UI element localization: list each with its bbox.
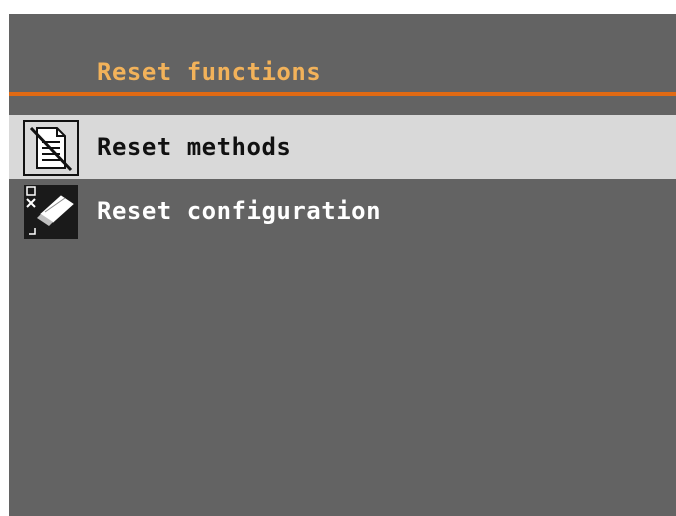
menu-item-label: Reset configuration: [97, 197, 382, 225]
eraser-icon: [23, 184, 79, 240]
page-title: Reset functions: [97, 58, 322, 86]
header: Reset functions: [9, 14, 676, 96]
menu-item-label: Reset methods: [97, 133, 292, 161]
document-strike-icon: [23, 120, 79, 176]
header-divider: [9, 92, 676, 96]
screen: Reset functions Reset methods Reset conf…: [9, 14, 676, 516]
menu-item-reset-configuration[interactable]: Reset configuration: [9, 179, 676, 243]
menu-list: Reset methods Reset configuration: [9, 115, 676, 243]
menu-item-reset-methods[interactable]: Reset methods: [9, 115, 676, 179]
